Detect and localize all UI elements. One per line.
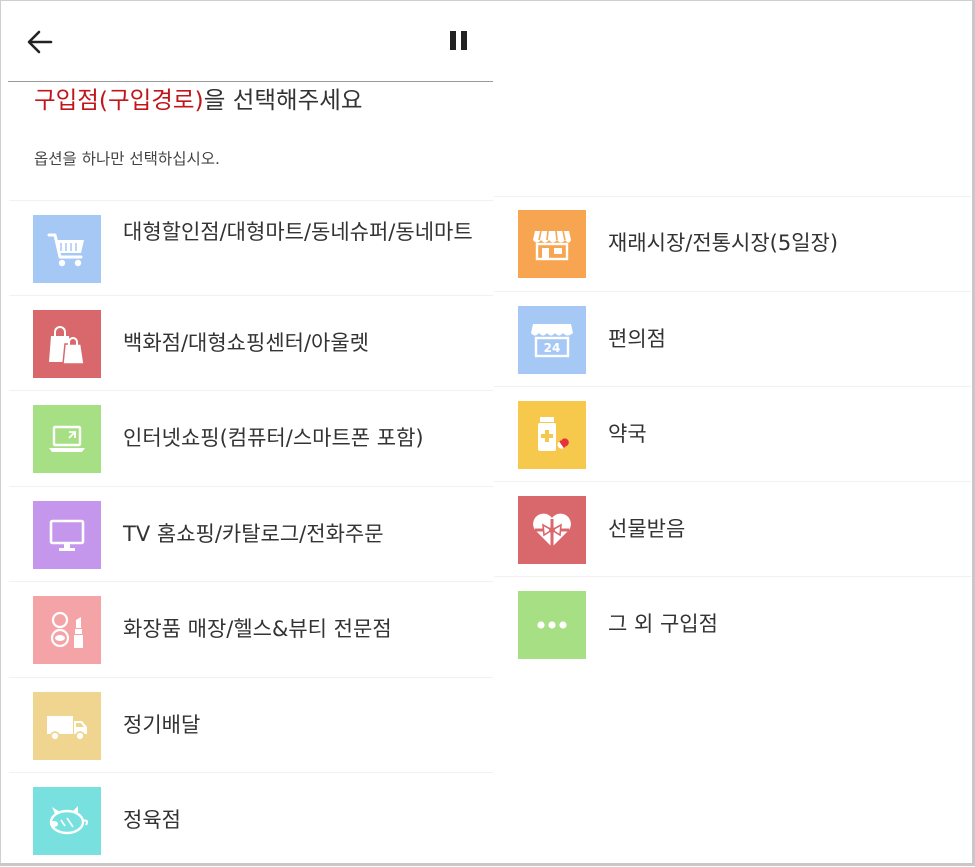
pharmacy-icon [538, 417, 569, 451]
option-icon-tile: 24 [518, 306, 586, 374]
gift-heart-icon [533, 513, 571, 547]
option-internet-shopping[interactable]: 인터넷쇼핑(컴퓨터/스마트폰 포함) [9, 390, 493, 485]
pause-button[interactable] [444, 26, 474, 56]
option-icon-tile [518, 210, 586, 278]
option-department-store[interactable]: 백화점/대형쇼핑센터/아울렛 [9, 295, 493, 390]
option-tv-home-shopping[interactable]: TV 홈쇼핑/카탈로그/전화주문 [9, 486, 493, 581]
option-label: 그 외 구입점 [608, 612, 718, 636]
question-title: 구입점(구입경로)을 선택해주세요 [34, 82, 363, 118]
option-label: 정기배달 [123, 713, 201, 737]
option-icon-tile [518, 496, 586, 564]
option-label: 약국 [608, 422, 647, 446]
question-title-rest: 을 선택해주세요 [203, 86, 363, 114]
store-24-badge: 24 [544, 341, 561, 355]
option-icon-tile [518, 591, 586, 659]
convenience-store-24-icon: 24 [531, 324, 573, 358]
option-label: TV 홈쇼핑/카탈로그/전화주문 [123, 522, 384, 546]
delivery-truck-icon [47, 716, 87, 741]
option-discount-store[interactable]: 대형할인점/대형마트/동네슈퍼/동네마트 [9, 200, 493, 295]
option-label: 대형할인점/대형마트/동네슈퍼/동네마트 [123, 220, 473, 244]
option-pharmacy[interactable]: 약국 [494, 386, 971, 481]
option-icon-tile [33, 596, 101, 664]
option-label: 재래시장/전통시장(5일장) [608, 231, 839, 255]
monitor-icon [49, 519, 85, 551]
cosmetics-icon [50, 611, 83, 648]
more-dots-icon [537, 621, 567, 629]
option-icon-tile [518, 401, 586, 469]
option-cosmetics-store[interactable]: 화장품 매장/헬스&뷰티 전문점 [9, 581, 493, 676]
option-icon-tile [33, 405, 101, 473]
option-label: 인터넷쇼핑(컴퓨터/스마트폰 포함) [123, 426, 424, 450]
option-icon-tile [33, 215, 101, 283]
top-bar [8, 8, 493, 82]
shopping-cart-icon [47, 233, 84, 267]
question-title-highlight: 구입점(구입경로) [34, 86, 204, 114]
option-other-store[interactable]: 그 외 구입점 [494, 576, 971, 671]
back-button[interactable] [22, 24, 58, 60]
option-label: 선물받음 [608, 517, 686, 541]
pig-icon [49, 806, 88, 835]
market-stall-icon [533, 230, 571, 261]
instruction-text: 옵션을 하나만 선택하십시오. [34, 150, 220, 168]
arrow-left-icon [27, 30, 53, 54]
option-butcher-shop[interactable]: 정육점 [9, 772, 493, 867]
option-icon-tile [33, 787, 101, 855]
survey-screen: 구입점(구입경로)을 선택해주세요 옵션을 하나만 선택하십시오. 대형할인점/… [0, 0, 975, 866]
shopping-bags-icon [49, 326, 85, 365]
option-convenience-store[interactable]: 24 편의점 [494, 291, 971, 386]
option-icon-tile [33, 310, 101, 378]
option-label: 화장품 매장/헬스&뷰티 전문점 [123, 617, 392, 641]
option-icon-tile [33, 501, 101, 569]
option-icon-tile [33, 692, 101, 760]
laptop-icon [49, 425, 85, 452]
option-label: 백화점/대형쇼핑센터/아울렛 [123, 331, 369, 355]
option-received-as-gift[interactable]: 선물받음 [494, 481, 971, 576]
option-traditional-market[interactable]: 재래시장/전통시장(5일장) [494, 196, 971, 291]
option-label: 편의점 [608, 327, 666, 351]
option-regular-delivery[interactable]: 정기배달 [9, 677, 493, 772]
option-label: 정육점 [123, 808, 181, 832]
pause-icon [450, 31, 467, 50]
